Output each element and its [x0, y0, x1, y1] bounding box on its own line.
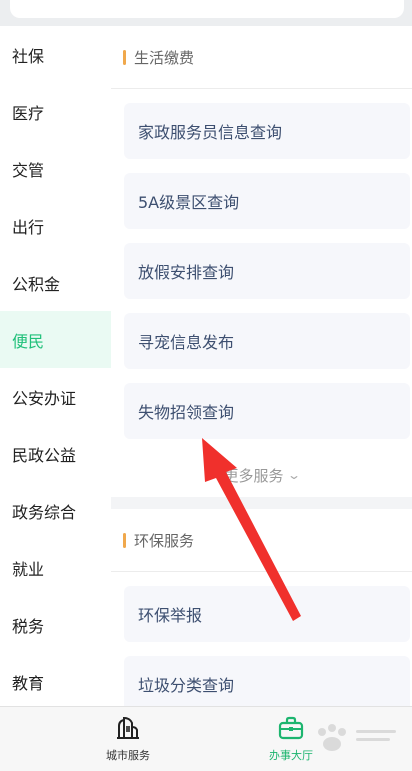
sidebar-item-civil-affairs[interactable]: 民政公益 [0, 425, 111, 482]
section-environmental: 环保服务 环保举报 垃圾分类查询 [111, 509, 412, 706]
section-title: 环保服务 [111, 509, 412, 571]
service-list: 家政服务员信息查询 5A级景区查询 放假安排查询 寻宠信息发布 失物招领查询 [111, 89, 412, 439]
chevron-down-icon: ⌄ [287, 468, 302, 482]
service-item-domestic-worker-query[interactable]: 家政服务员信息查询 [124, 103, 410, 159]
section-living-payment: 生活缴费 家政服务员信息查询 5A级景区查询 放假安排查询 寻宠信息发布 失物招… [111, 26, 412, 497]
section-marker [123, 49, 126, 65]
tab-city-services[interactable]: 城市服务 [68, 715, 188, 763]
service-item-lost-pet-post[interactable]: 寻宠信息发布 [124, 313, 410, 369]
service-item-5a-scenic-query[interactable]: 5A级景区查询 [124, 173, 410, 229]
sidebar-item-government-general[interactable]: 政务综合 [0, 482, 111, 539]
search-box[interactable] [10, 0, 404, 18]
sidebar-item-housing-fund[interactable]: 公积金 [0, 254, 111, 311]
section-gap [111, 497, 412, 509]
watermark-paw-icon [318, 724, 396, 751]
city-building-icon [117, 716, 139, 739]
section-title-text: 生活缴费 [134, 48, 195, 67]
service-item-garbage-sorting-query[interactable]: 垃圾分类查询 [124, 656, 410, 706]
sidebar-item-employment[interactable]: 就业 [0, 539, 111, 596]
sidebar-item-taxation[interactable]: 税务 [0, 596, 111, 653]
sidebar-item-social-security[interactable]: 社保 [0, 26, 111, 83]
search-area [0, 0, 412, 26]
category-sidebar: 社保 医疗 交管 出行 公积金 便民 公安办证 民政公益 政务综合 就业 税务 … [0, 26, 111, 706]
service-item-holiday-schedule-query[interactable]: 放假安排查询 [124, 243, 410, 299]
sidebar-item-travel[interactable]: 出行 [0, 197, 111, 254]
more-services-label: 更多服务 [223, 466, 284, 485]
more-services-button[interactable]: 更多服务 ⌄ [111, 453, 412, 497]
tab-label: 城市服务 [106, 749, 150, 762]
section-title: 生活缴费 [111, 26, 412, 88]
section-marker [123, 532, 126, 548]
sidebar-item-medical[interactable]: 医疗 [0, 83, 111, 140]
service-item-environmental-report[interactable]: 环保举报 [124, 586, 410, 642]
service-content: 生活缴费 家政服务员信息查询 5A级景区查询 放假安排查询 寻宠信息发布 失物招… [111, 26, 412, 706]
section-title-text: 环保服务 [134, 531, 195, 550]
service-list: 环保举报 垃圾分类查询 [111, 572, 412, 706]
sidebar-item-police-certificates[interactable]: 公安办证 [0, 368, 111, 425]
service-item-lost-and-found-query[interactable]: 失物招领查询 [124, 383, 410, 439]
sidebar-item-traffic[interactable]: 交管 [0, 140, 111, 197]
sidebar-item-education[interactable]: 教育 [0, 653, 111, 706]
sidebar-item-convenience[interactable]: 便民 [0, 311, 111, 368]
